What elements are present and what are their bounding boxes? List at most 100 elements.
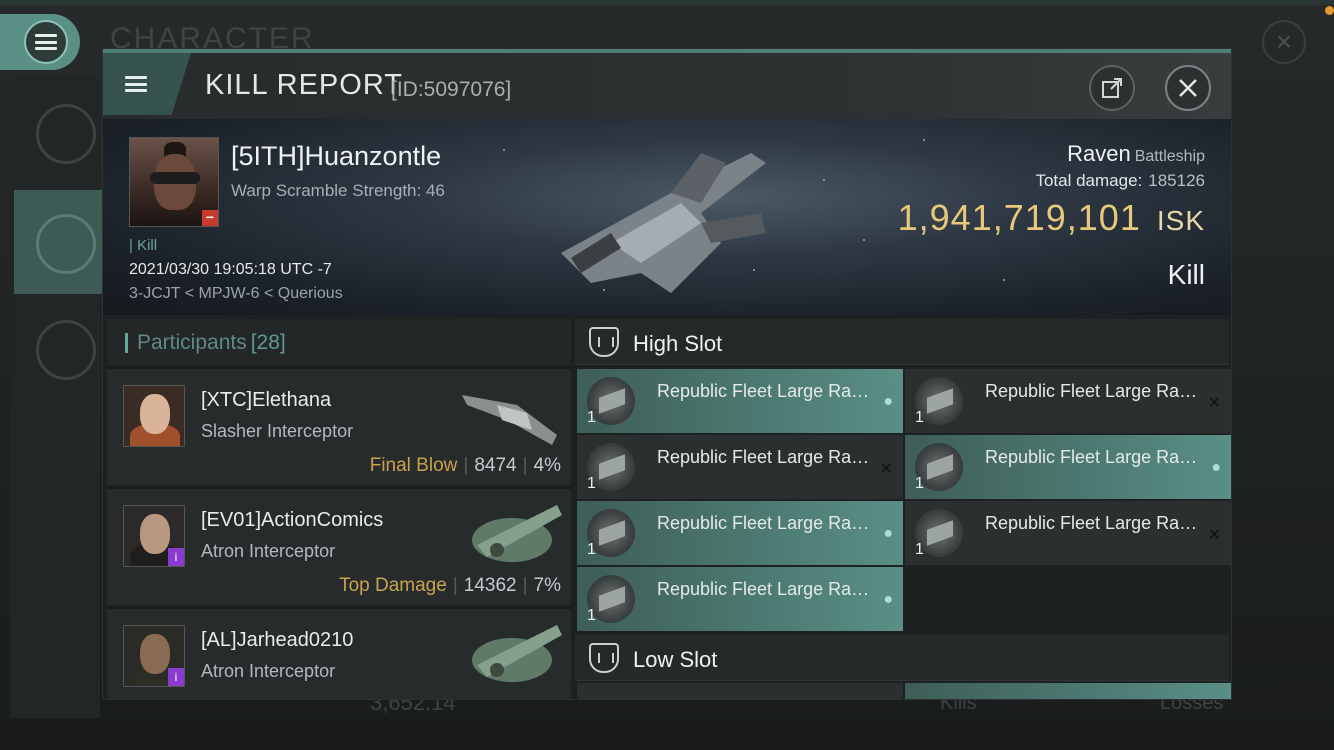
participant-name: [EV01]ActionComics <box>201 509 384 531</box>
participant-row[interactable]: i [EV01]ActionComics Atron Interceptor T… <box>107 487 571 605</box>
module-qty: 1 <box>587 409 596 426</box>
module-name: Republic Fleet Large Rapid... <box>985 447 1207 467</box>
module-qty: 1 <box>587 607 596 624</box>
victim-name[interactable]: [5ITH]Huanzontle <box>231 141 441 172</box>
kill-tag: | Kill <box>129 237 158 254</box>
ship-render-icon <box>561 153 766 293</box>
kill-id: [ID:5097076] <box>391 78 512 101</box>
ship-type: Raven <box>1067 141 1131 166</box>
participants-header: Participants [28] <box>107 319 571 365</box>
module-qty: 1 <box>915 409 924 426</box>
participant-stats: Final Blow | 8474 | 4% <box>369 455 561 476</box>
dropped-icon: ● <box>883 393 893 410</box>
high-slot-icon <box>589 327 619 357</box>
avatar: i <box>123 505 185 567</box>
kill-result: Kill <box>1167 259 1205 290</box>
module-item[interactable] <box>577 683 903 699</box>
high-slot-header: High Slot <box>575 319 1229 365</box>
side-panel <box>10 78 100 718</box>
share-icon[interactable] <box>1089 65 1135 111</box>
high-slot-label: High Slot <box>633 331 723 356</box>
window-header: KILL REPORT [ID:5097076] <box>103 53 1231 119</box>
module-qty: 1 <box>587 475 596 492</box>
destroyed-icon: ✕ <box>879 461 893 478</box>
participant-name: [AL]Jarhead0210 <box>201 629 354 651</box>
kill-location[interactable]: 3-JCJT < MPJW-6 < Querious <box>129 285 343 303</box>
menu-icon <box>125 76 147 92</box>
top-damage-tag: Top Damage <box>339 575 447 596</box>
participant-ship: Atron Interceptor <box>201 661 336 681</box>
participants-panel: Participants [28] [XTC]Elethana Slasher I… <box>107 319 571 699</box>
isk-value: 1,941,719,101 ISK <box>898 197 1205 239</box>
main-menu-button[interactable] <box>0 14 80 70</box>
ship-icon <box>462 395 557 445</box>
corp-badge-icon: i <box>168 668 184 686</box>
participants-label: Participants <box>137 331 247 354</box>
dropped-icon: ● <box>883 591 893 608</box>
ship-icon <box>472 625 562 682</box>
kill-datetime: 2021/03/30 19:05:18 UTC -7 <box>129 261 332 278</box>
module-qty: 1 <box>915 541 924 558</box>
background-close-icon[interactable]: × <box>1262 20 1306 64</box>
module-name: Republic Fleet Large Rapid... <box>657 513 879 533</box>
window-menu-button[interactable] <box>103 53 191 115</box>
close-icon[interactable] <box>1165 65 1211 111</box>
module-qty: 1 <box>587 541 596 558</box>
module-name: Republic Fleet Large Rapid... <box>657 381 879 401</box>
dropped-icon: ● <box>1211 459 1221 476</box>
participants-count: [28] <box>250 331 286 354</box>
module-name: Republic Fleet Large Rapid... <box>657 579 879 599</box>
top-border <box>0 0 1334 5</box>
menu-icon <box>24 20 68 64</box>
module-item[interactable]: 1 Republic Fleet Large Rapid... ✕ <box>905 369 1231 433</box>
participant-pct: 7% <box>533 575 561 596</box>
avatar: i <box>123 625 185 687</box>
victim-portrait[interactable]: − <box>129 137 219 227</box>
low-slot-header: Low Slot <box>575 635 1229 681</box>
avatar <box>123 385 185 447</box>
destroyed-icon: ✕ <box>1207 527 1221 544</box>
low-slot-label: Low Slot <box>633 647 718 672</box>
swords-icon[interactable] <box>36 214 96 274</box>
module-name: Republic Fleet Large Rapid... <box>985 381 1207 401</box>
ship-icon <box>472 505 562 562</box>
destroyed-icon: ✕ <box>1207 395 1221 412</box>
low-slot-icon <box>589 643 619 673</box>
module-qty: 1 <box>915 475 924 492</box>
participant-damage: 8474 <box>474 455 517 476</box>
participant-row[interactable]: [XTC]Elethana Slasher Interceptor Final … <box>107 367 571 485</box>
module-name: Republic Fleet Large Rapid... <box>985 513 1207 533</box>
final-blow-tag: Final Blow <box>369 455 458 476</box>
module-item[interactable]: 1 Republic Fleet Large Rapid... ● <box>577 501 903 565</box>
module-item[interactable]: 1 Republic Fleet Large Rapid... ● <box>577 567 903 631</box>
module-item[interactable]: 1 Republic Fleet Large Rapid... ● <box>905 435 1231 499</box>
total-damage-value: 185126 <box>1148 171 1205 190</box>
participant-ship: Slasher Interceptor <box>201 421 354 441</box>
participant-row[interactable]: i [AL]Jarhead0210 Atron Interceptor <box>107 607 571 699</box>
participant-stats: Top Damage | 14362 | 7% <box>339 575 561 596</box>
participant-damage: 14362 <box>463 575 517 596</box>
window-title: KILL REPORT <box>205 69 403 101</box>
ship-name[interactable]: Raven Battleship <box>1067 141 1205 167</box>
kill-report-window: KILL REPORT [ID:5097076] − [5ITH]Huanzon… <box>102 48 1232 700</box>
participant-name: [XTC]Elethana <box>201 389 332 411</box>
module-item[interactable]: 1 Republic Fleet Large Rapid... ● <box>577 369 903 433</box>
dropped-icon: ● <box>883 525 893 542</box>
module-item[interactable] <box>905 683 1231 699</box>
star-badge-icon[interactable] <box>36 320 96 380</box>
module-item[interactable]: 1 Republic Fleet Large Rapid... ✕ <box>905 501 1231 565</box>
victim-subtitle: Warp Scramble Strength: 46 <box>231 181 445 200</box>
corp-badge-icon: i <box>168 548 184 566</box>
participant-ship: Atron Interceptor <box>201 541 336 561</box>
fitting-panel: High Slot 1 Republic Fleet Large Rapid..… <box>575 319 1231 699</box>
isk-amount: 1,941,719,101 <box>897 197 1141 238</box>
total-damage: Total damage: 185126 <box>1035 171 1205 191</box>
module-item[interactable]: 1 Republic Fleet Large Rapid... ✕ <box>577 435 903 499</box>
module-name: Republic Fleet Large Rapid... <box>657 447 879 467</box>
total-damage-label: Total damage: <box>1035 171 1143 190</box>
ship-class: Battleship <box>1134 148 1205 165</box>
isk-unit: ISK <box>1156 205 1205 236</box>
notification-dot <box>1325 6 1334 15</box>
victim-hero: − [5ITH]Huanzontle Warp Scramble Strengt… <box>103 119 1231 315</box>
list-icon[interactable] <box>36 104 96 164</box>
